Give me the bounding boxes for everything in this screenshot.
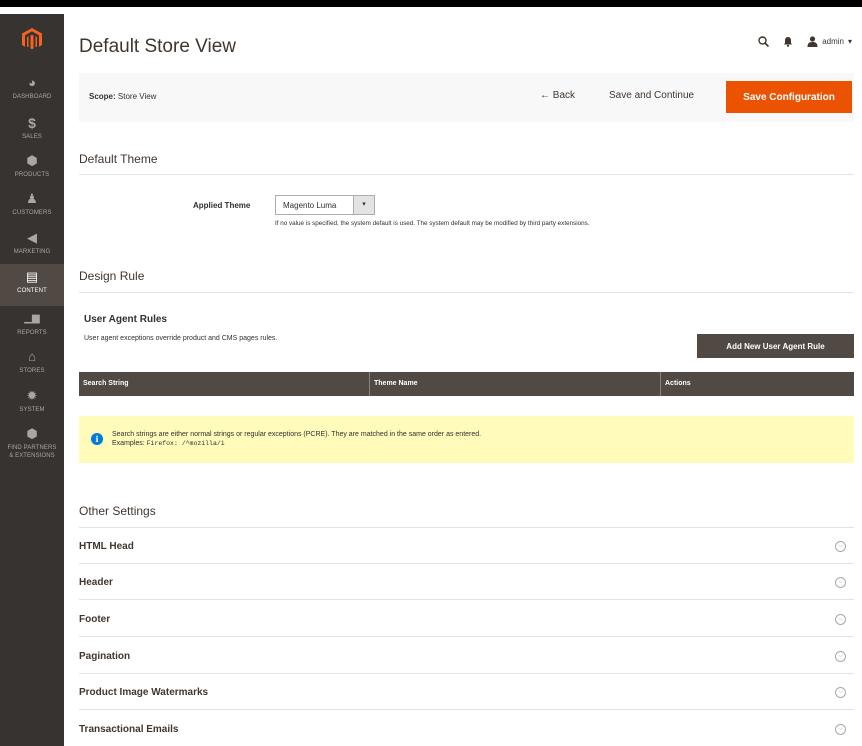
- megaphone-icon: ◀: [27, 230, 37, 245]
- collapsible-footer[interactable]: Footer ⌵: [79, 601, 854, 637]
- scope-value: Store View: [117, 92, 157, 101]
- sidebar-item-marketing[interactable]: ◀ MARKETING: [0, 225, 64, 265]
- bar-chart-icon: ▁▆: [24, 313, 40, 324]
- gear-icon: ✹: [26, 388, 38, 403]
- column-header-search-string: Search String: [83, 380, 129, 387]
- info-notice-text: Search strings are either normal strings…: [112, 430, 481, 448]
- collapsible-product-image-watermarks[interactable]: Product Image Watermarks ⌵: [79, 674, 854, 710]
- page-actions-bar: Scope: Store View ← Back Save and Contin…: [79, 73, 854, 122]
- divider: [79, 174, 854, 175]
- collapsible-title: Header: [79, 577, 113, 588]
- sidebar-item-label: STORES: [19, 368, 45, 374]
- notice-examples-label: Examples:: [112, 440, 145, 447]
- scope-indicator: Scope: Store View: [89, 92, 156, 101]
- expand-chevron-icon[interactable]: ⌵: [835, 577, 846, 588]
- search-icon[interactable]: [758, 36, 770, 47]
- collapsible-pagination[interactable]: Pagination ⌵: [79, 638, 854, 674]
- sidebar-item-system[interactable]: ✹ SYSTEM: [0, 383, 64, 423]
- main-content: Default Store View admin ▾ Scope: Store …: [64, 14, 862, 746]
- expand-chevron-icon[interactable]: ⌵: [835, 651, 846, 662]
- applied-theme-label: Applied Theme: [193, 201, 251, 210]
- info-icon: i: [91, 433, 103, 445]
- sidebar-item-stores[interactable]: ⌂ STORES: [0, 344, 64, 384]
- person-icon: ♟: [26, 191, 38, 206]
- user-agent-table-header: Search String Theme Name Actions: [79, 372, 854, 396]
- save-and-continue-button[interactable]: Save and Continue: [609, 90, 694, 101]
- sidebar-item-label: SYSTEM: [19, 407, 45, 413]
- collapsible-header[interactable]: Header ⌵: [79, 564, 854, 600]
- dollar-icon: $: [28, 115, 36, 131]
- magento-logo[interactable]: [0, 14, 64, 64]
- collapsible-title: Pagination: [79, 651, 131, 662]
- header-actions: admin ▾: [758, 36, 852, 47]
- admin-user-menu[interactable]: admin ▾: [807, 36, 852, 47]
- section-title-other-settings: Other Settings: [79, 504, 156, 518]
- expand-chevron-icon[interactable]: ⌵: [835, 614, 846, 625]
- collapsible-title: Transactional Emails: [79, 724, 179, 735]
- section-title-design-rule: Design Rule: [79, 269, 145, 283]
- collapsible-title: Footer: [79, 614, 111, 625]
- notice-line: Search strings are either normal strings…: [112, 431, 482, 438]
- divider: [79, 292, 854, 293]
- column-separator: [369, 372, 370, 396]
- column-header-theme-name: Theme Name: [374, 380, 418, 387]
- partners-icon: ⬢: [26, 426, 38, 441]
- sidebar-item-products[interactable]: ⬢ PRODUCTS: [0, 148, 64, 188]
- sidebar-item-label: FIND PARTNERS: [7, 445, 57, 451]
- expand-chevron-icon[interactable]: ⌵: [835, 541, 846, 552]
- content-icon: ▤: [25, 269, 39, 284]
- collapsible-title: HTML Head: [79, 541, 134, 552]
- sidebar-item-customers[interactable]: ♟ CUSTOMERS: [0, 186, 64, 226]
- magento-logo-icon: [22, 28, 42, 50]
- sidebar-item-sales[interactable]: $ SALES: [0, 110, 64, 150]
- store-icon: ⌂: [28, 349, 36, 364]
- cube-icon: ⬢: [26, 153, 38, 168]
- section-title-default-theme: Default Theme: [79, 152, 158, 166]
- sidebar-item-label: MARKETING: [13, 249, 51, 255]
- notice-example-code: Firefox: /^mozilla/i: [146, 440, 225, 447]
- admin-username: admin: [822, 37, 844, 46]
- sidebar-item-label: CUSTOMERS: [12, 210, 52, 216]
- save-configuration-button[interactable]: Save Configuration: [726, 81, 852, 113]
- applied-theme-value: Magento Luma: [283, 201, 337, 210]
- expand-chevron-icon[interactable]: ⌵: [835, 724, 846, 735]
- applied-theme-note: If no value is specified, the system def…: [275, 220, 590, 227]
- column-separator: [660, 372, 661, 396]
- expand-chevron-icon[interactable]: ⌵: [835, 687, 846, 698]
- info-notice: i Search strings are either normal strin…: [79, 416, 854, 463]
- bell-icon[interactable]: [783, 36, 793, 47]
- user-agent-rules-description: User agent exceptions override product a…: [84, 335, 278, 342]
- sidebar-item-reports[interactable]: ▁▆ REPORTS: [0, 306, 64, 346]
- sidebar-item-label: CONTENT: [17, 288, 47, 294]
- collapsible-transactional-emails[interactable]: Transactional Emails ⌵: [79, 711, 854, 746]
- page-title: Default Store View: [79, 36, 237, 57]
- dashboard-icon: ◕: [28, 75, 36, 90]
- sidebar-item-content[interactable]: ▤ CONTENT: [0, 264, 64, 306]
- sidebar-item-label: PRODUCTS: [14, 172, 50, 178]
- column-header-actions: Actions: [665, 380, 691, 387]
- sidebar-item-label-2: & EXTENSIONS: [9, 453, 55, 459]
- sidebar-item-label: DASHBOARD: [12, 94, 52, 100]
- sidebar-item-dashboard[interactable]: ◕ DASHBOARD: [0, 70, 64, 110]
- sidebar-item-label: REPORTS: [17, 330, 47, 336]
- sidebar-item-find-partners[interactable]: ⬢ FIND PARTNERS & EXTENSIONS: [0, 421, 64, 465]
- user-agent-rules-title: User Agent Rules: [84, 314, 167, 325]
- admin-sidebar: ◕ DASHBOARD $ SALES ⬢ PRODUCTS ♟ CUSTOME…: [0, 14, 64, 746]
- page: ◕ DASHBOARD $ SALES ⬢ PRODUCTS ♟ CUSTOME…: [0, 0, 862, 746]
- chevron-down-icon: ▾: [847, 37, 852, 46]
- collapsible-title: Product Image Watermarks: [79, 687, 209, 698]
- notice-examples: Examples: Firefox: /^mozilla/i: [112, 439, 481, 448]
- add-user-agent-rule-button[interactable]: Add New User Agent Rule: [697, 334, 854, 358]
- scope-label: Scope:: [89, 92, 116, 101]
- back-button[interactable]: ← Back: [540, 90, 575, 101]
- user-icon: [807, 36, 818, 47]
- chevron-down-icon: ▾: [353, 196, 374, 214]
- applied-theme-select[interactable]: Magento Luma ▾: [275, 195, 375, 215]
- collapsible-html-head[interactable]: HTML Head ⌵: [79, 528, 854, 564]
- sidebar-item-label: SALES: [22, 134, 42, 140]
